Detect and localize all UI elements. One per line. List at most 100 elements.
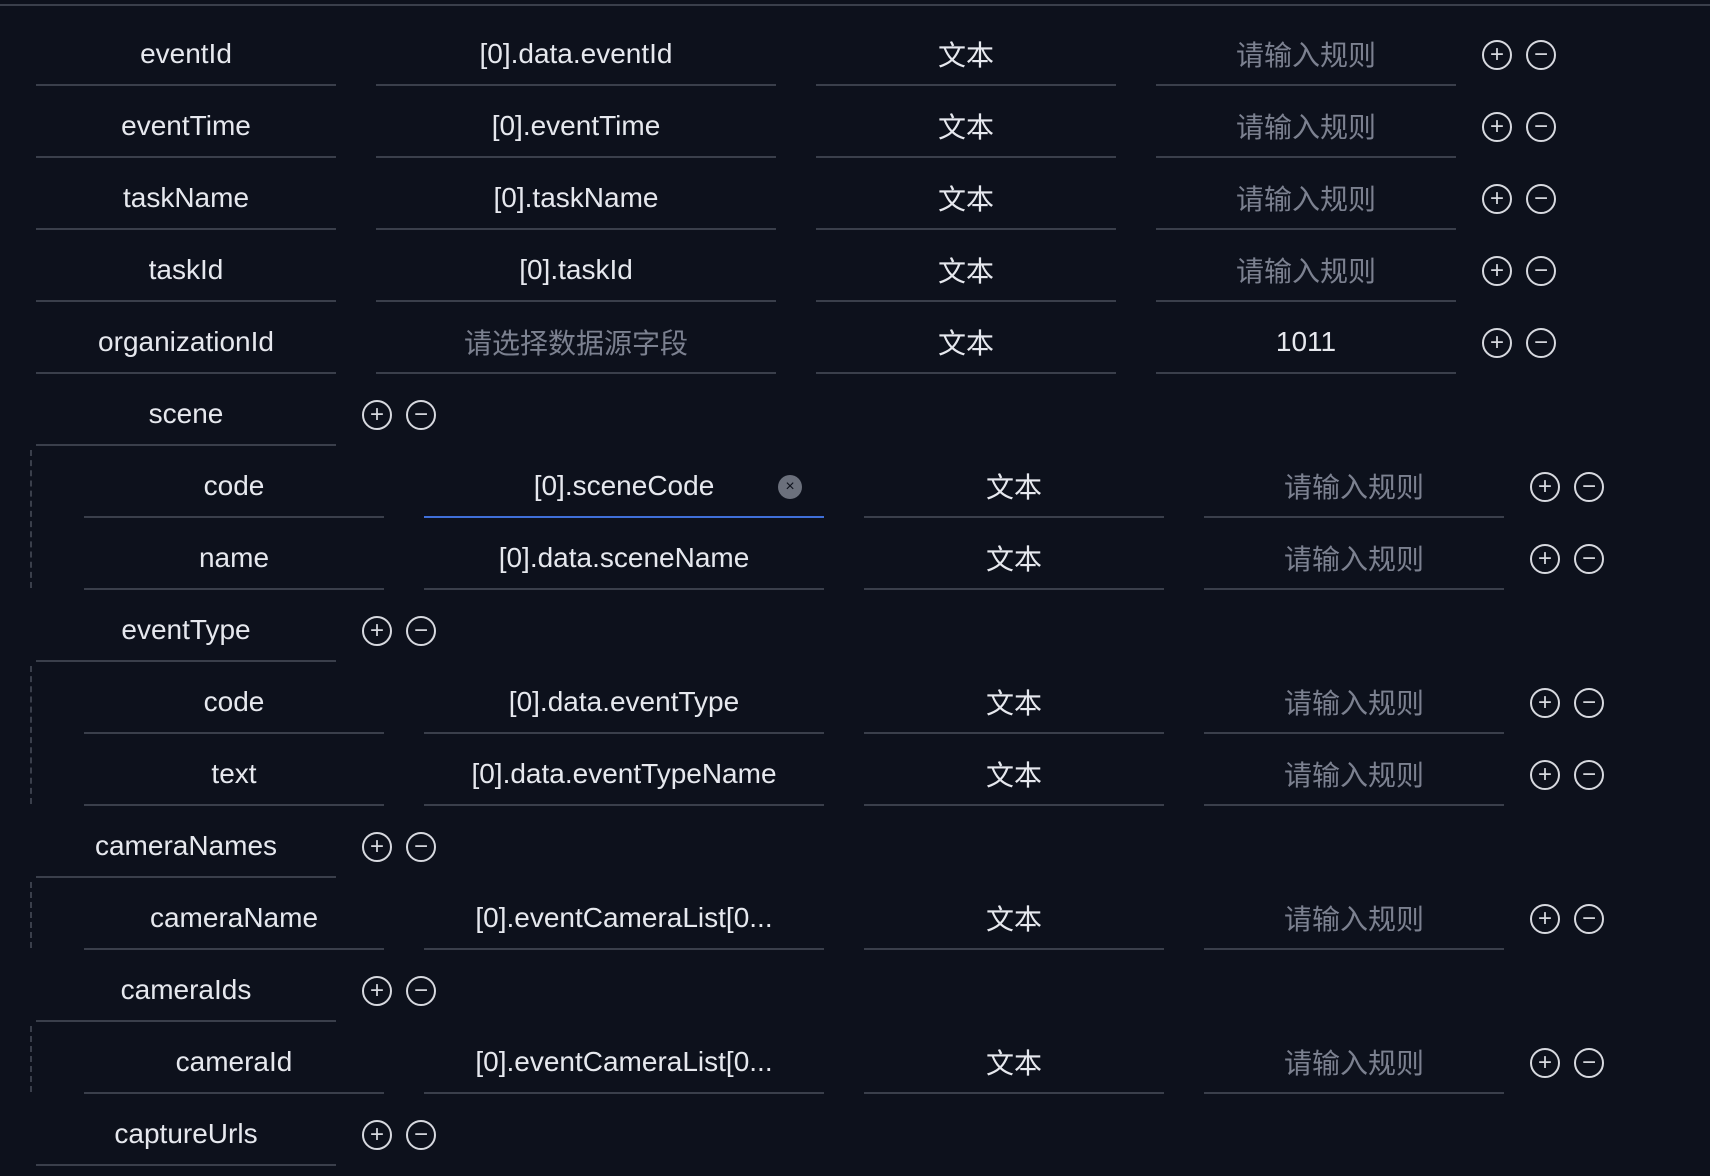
- key-field[interactable]: eventTime: [36, 96, 336, 158]
- remove-row-button[interactable]: −: [1526, 112, 1556, 142]
- key-field[interactable]: code: [84, 456, 384, 518]
- source-field-value: [0].sceneCode: [533, 470, 715, 501]
- data-type-select[interactable]: 文本: [816, 312, 1116, 374]
- data-type-select[interactable]: 文本: [864, 1032, 1164, 1094]
- key-field[interactable]: eventId: [36, 24, 336, 86]
- source-field-value: [0].taskId: [519, 254, 633, 285]
- plus-circle-icon: +: [1489, 41, 1504, 68]
- remove-row-button[interactable]: −: [406, 616, 436, 646]
- source-field-select[interactable]: [0].data.eventId: [376, 24, 776, 86]
- rule-input[interactable]: 请输入规则: [1204, 672, 1504, 734]
- remove-row-button[interactable]: −: [406, 400, 436, 430]
- data-type-select[interactable]: 文本: [816, 24, 1116, 86]
- source-field-select[interactable]: [0].eventCameraList[0...: [424, 1032, 824, 1094]
- data-type-select[interactable]: 文本: [864, 672, 1164, 734]
- rule-input[interactable]: 请输入规则: [1156, 168, 1456, 230]
- key-field[interactable]: scene: [36, 384, 336, 446]
- source-field-select[interactable]: [0].sceneCode ×: [424, 456, 824, 518]
- source-field-select[interactable]: [0].data.sceneName: [424, 528, 824, 590]
- source-field-select[interactable]: [0].data.eventType: [424, 672, 824, 734]
- source-field-value: [0].eventCameraList[0...: [475, 1046, 773, 1077]
- data-type-select[interactable]: 文本: [816, 96, 1116, 158]
- remove-row-button[interactable]: −: [1574, 544, 1604, 574]
- rule-input[interactable]: 请输入规则: [1156, 96, 1456, 158]
- data-type-select[interactable]: 文本: [816, 240, 1116, 302]
- remove-row-button[interactable]: −: [406, 976, 436, 1006]
- source-field-value: 请选择数据源字段: [463, 328, 688, 359]
- source-field-value: [0].taskName: [493, 182, 659, 213]
- remove-row-button[interactable]: −: [1526, 328, 1556, 358]
- add-row-button[interactable]: +: [1482, 184, 1512, 214]
- add-row-button[interactable]: +: [1482, 112, 1512, 142]
- remove-row-button[interactable]: −: [1574, 760, 1604, 790]
- key-field[interactable]: code: [84, 672, 384, 734]
- rule-input[interactable]: 请输入规则: [1204, 1032, 1504, 1094]
- key-field[interactable]: taskId: [36, 240, 336, 302]
- source-field-select[interactable]: [0].taskId: [376, 240, 776, 302]
- key-field[interactable]: cameraNames: [36, 816, 336, 878]
- mapping-row: taskId [0].taskId 文本 请输入规则 + −: [0, 240, 1710, 312]
- rule-input[interactable]: 请输入规则: [1204, 528, 1504, 590]
- data-type-select[interactable]: 文本: [864, 528, 1164, 590]
- rule-input[interactable]: 1011: [1156, 312, 1456, 374]
- key-field[interactable]: organizationId: [36, 312, 336, 374]
- clear-icon[interactable]: ×: [778, 475, 802, 499]
- add-row-button[interactable]: +: [1530, 904, 1560, 934]
- key-field[interactable]: text: [84, 744, 384, 806]
- plus-circle-icon: +: [1537, 545, 1552, 572]
- data-type-select[interactable]: 文本: [864, 888, 1164, 950]
- source-field-select[interactable]: 请选择数据源字段: [376, 312, 776, 374]
- data-type-select[interactable]: 文本: [864, 456, 1164, 518]
- source-field-select[interactable]: [0].eventTime: [376, 96, 776, 158]
- mapping-row: code [0].data.eventType 文本 请输入规则 + −: [0, 672, 1710, 744]
- add-row-button[interactable]: +: [362, 976, 392, 1006]
- rule-input[interactable]: 请输入规则: [1156, 24, 1456, 86]
- plus-circle-icon: +: [369, 977, 384, 1004]
- remove-row-button[interactable]: −: [1574, 1048, 1604, 1078]
- add-row-button[interactable]: +: [1530, 544, 1560, 574]
- source-field-select[interactable]: [0].data.eventTypeName: [424, 744, 824, 806]
- key-field[interactable]: cameraId: [84, 1032, 384, 1094]
- source-field-value: [0].eventTime: [491, 110, 661, 141]
- rule-input[interactable]: 请输入规则: [1204, 456, 1504, 518]
- remove-row-button[interactable]: −: [406, 832, 436, 862]
- add-row-button[interactable]: +: [362, 1120, 392, 1150]
- key-field[interactable]: taskName: [36, 168, 336, 230]
- data-type-select[interactable]: 文本: [864, 744, 1164, 806]
- rule-input[interactable]: 请输入规则: [1204, 888, 1504, 950]
- remove-row-button[interactable]: −: [1574, 688, 1604, 718]
- add-row-button[interactable]: +: [1530, 688, 1560, 718]
- rule-input[interactable]: 请输入规则: [1156, 240, 1456, 302]
- minus-circle-icon: −: [413, 833, 428, 860]
- top-divider: [0, 4, 1710, 6]
- plus-circle-icon: +: [1489, 113, 1504, 140]
- rule-input[interactable]: 请输入规则: [1204, 744, 1504, 806]
- add-row-button[interactable]: +: [362, 616, 392, 646]
- remove-row-button[interactable]: −: [1574, 904, 1604, 934]
- add-row-button[interactable]: +: [1530, 472, 1560, 502]
- remove-row-button[interactable]: −: [1574, 472, 1604, 502]
- remove-row-button[interactable]: −: [1526, 40, 1556, 70]
- minus-circle-icon: −: [1533, 41, 1548, 68]
- source-field-select[interactable]: [0].taskName: [376, 168, 776, 230]
- key-field[interactable]: name: [84, 528, 384, 590]
- remove-row-button[interactable]: −: [1526, 256, 1556, 286]
- add-row-button[interactable]: +: [1530, 1048, 1560, 1078]
- plus-circle-icon: +: [1489, 329, 1504, 356]
- key-field[interactable]: cameraName: [84, 888, 384, 950]
- key-field[interactable]: cameraIds: [36, 960, 336, 1022]
- mapping-row: cameraName [0].eventCameraList[0... 文本 请输入规…: [0, 888, 1710, 960]
- key-field[interactable]: captureUrls: [36, 1104, 336, 1166]
- add-row-button[interactable]: +: [362, 832, 392, 862]
- data-type-select[interactable]: 文本: [816, 168, 1116, 230]
- add-row-button[interactable]: +: [362, 400, 392, 430]
- add-row-button[interactable]: +: [1530, 760, 1560, 790]
- plus-circle-icon: +: [369, 401, 384, 428]
- source-field-select[interactable]: [0].eventCameraList[0...: [424, 888, 824, 950]
- key-field[interactable]: eventType: [36, 600, 336, 662]
- remove-row-button[interactable]: −: [1526, 184, 1556, 214]
- remove-row-button[interactable]: −: [406, 1120, 436, 1150]
- add-row-button[interactable]: +: [1482, 40, 1512, 70]
- add-row-button[interactable]: +: [1482, 328, 1512, 358]
- add-row-button[interactable]: +: [1482, 256, 1512, 286]
